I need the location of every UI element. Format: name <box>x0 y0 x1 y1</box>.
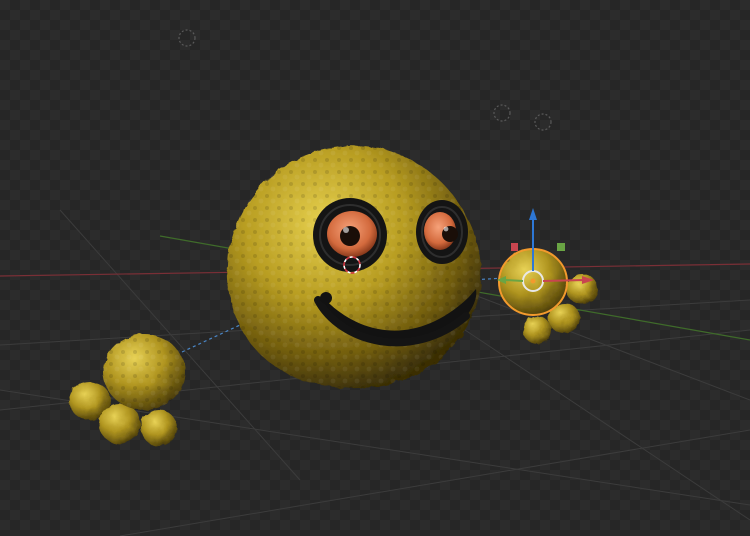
3d-viewport[interactable] <box>0 0 750 536</box>
smiley-head[interactable] <box>227 145 482 389</box>
light-icon[interactable] <box>178 29 196 47</box>
right-eye <box>416 200 468 264</box>
gizmo-y-axis[interactable] <box>504 279 524 282</box>
left-paw[interactable] <box>69 334 185 446</box>
gizmo-xz-plane-handle[interactable] <box>511 243 518 251</box>
right-paw[interactable] <box>498 248 598 344</box>
gizmo-x-axis[interactable] <box>542 279 585 282</box>
left-eye <box>313 198 387 272</box>
light-icon[interactable] <box>534 113 552 131</box>
mouth-corner-left <box>320 292 332 304</box>
gizmo-yz-plane-handle[interactable] <box>557 243 565 251</box>
viewport-canvas[interactable] <box>0 0 750 536</box>
light-icon[interactable] <box>493 104 511 122</box>
parent-relation-line <box>181 324 241 353</box>
gizmo-origin-dot <box>530 278 536 284</box>
gizmo-z-arrow[interactable] <box>529 208 537 220</box>
